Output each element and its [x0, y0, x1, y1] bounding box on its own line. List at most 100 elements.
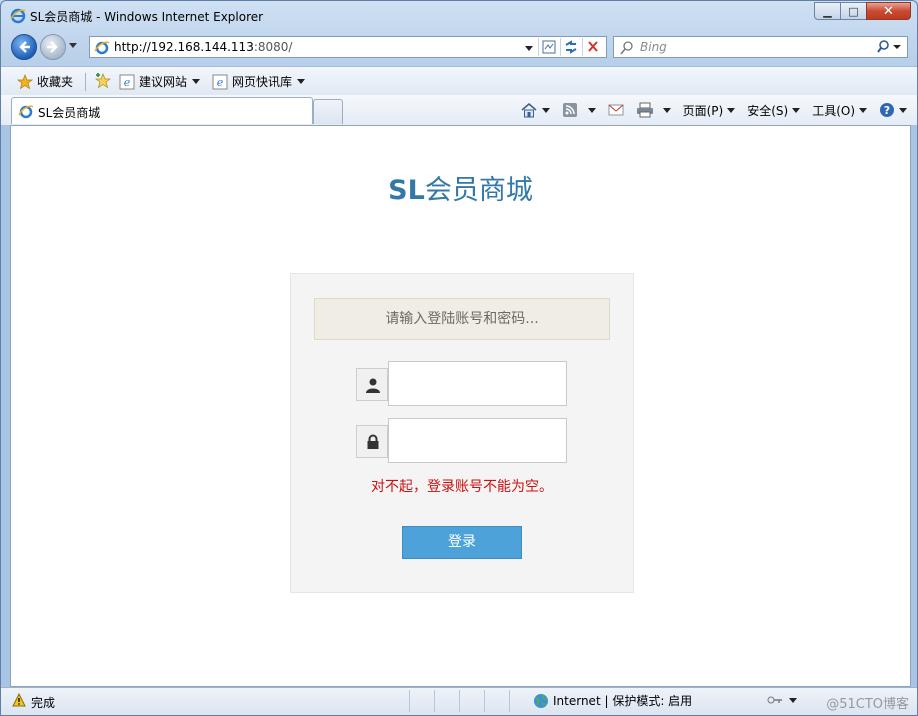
login-hint: 请输入登陆账号和密码...	[314, 298, 610, 340]
password-field-icon	[356, 425, 388, 458]
safety-menu-label: 安全(S)	[747, 103, 789, 118]
refresh-icon	[565, 40, 577, 54]
close-icon: ✕	[883, 3, 894, 19]
tab-ie-icon	[18, 105, 34, 119]
print-dropdown-icon	[662, 107, 671, 113]
command-bar: 页面(P) 安全(S) 工具(O) ?	[508, 99, 907, 121]
navigation-bar: http://192.168.144.113:8080/ Bing	[1, 31, 917, 65]
home-button[interactable]	[520, 102, 550, 118]
safety-menu-dropdown-icon	[792, 107, 801, 113]
status-panel	[409, 690, 434, 712]
status-panel	[434, 690, 459, 712]
page-title: SL会员商城	[11, 168, 910, 207]
address-url[interactable]: http://192.168.144.113:8080/	[114, 40, 292, 54]
globe-icon	[534, 693, 548, 708]
privacy-icon	[767, 696, 782, 704]
web-slice-label: 网页快讯库	[232, 75, 293, 89]
tab-label: SL会员商城	[38, 106, 101, 120]
minimize-icon: ▁	[823, 4, 832, 18]
address-bar[interactable]: http://192.168.144.113:8080/	[89, 36, 607, 58]
forward-arrow-icon	[47, 41, 58, 53]
username-input[interactable]	[388, 361, 567, 406]
forward-button[interactable]	[40, 34, 66, 60]
tools-menu[interactable]: 工具(O)	[812, 102, 867, 119]
back-button[interactable]	[11, 34, 37, 60]
favorites-label: 收藏夹	[37, 75, 74, 89]
svg-text:e: e	[217, 76, 224, 89]
favorites-button[interactable]: 收藏夹	[17, 73, 73, 90]
title-bar: SL会员商城 - Windows Internet Explorer ▁ □ ✕	[1, 1, 917, 31]
read-mail-button[interactable]	[608, 103, 624, 117]
page-title-suffix: 会员商城	[424, 175, 533, 206]
mail-icon	[608, 104, 624, 116]
svg-text:e: e	[124, 76, 131, 89]
error-message: 对不起，登录账号不能为空。	[371, 479, 553, 495]
username-field-icon	[356, 368, 388, 401]
watermark: @51CTO博客	[826, 697, 909, 712]
address-dropdown-icon[interactable]	[521, 40, 537, 56]
maximize-button[interactable]: □	[840, 2, 867, 20]
home-icon	[521, 102, 537, 118]
suggested-sites-link[interactable]: e 建议网站	[119, 73, 201, 90]
feeds-dropdown-icon	[587, 107, 596, 113]
security-zone-label: Internet | 保护模式: 启用	[553, 694, 693, 708]
back-arrow-icon	[19, 41, 30, 53]
status-text: 完成	[31, 696, 56, 710]
print-button[interactable]	[636, 102, 671, 118]
status-panel	[509, 690, 534, 712]
minimize-button[interactable]: ▁	[814, 2, 841, 20]
login-button[interactable]: 登录	[402, 526, 522, 559]
search-icon	[877, 40, 901, 53]
zoom-controls[interactable]	[766, 693, 797, 707]
web-slice-ie-icon: e	[212, 74, 228, 89]
status-panel	[484, 690, 509, 712]
tools-menu-dropdown-icon	[859, 107, 867, 113]
status-bar: 完成 Internet | 保护模式: 启用 @51CTO博客	[1, 687, 917, 715]
close-window-button[interactable]: ✕	[866, 2, 911, 20]
password-input[interactable]	[388, 418, 567, 463]
favorites-star-icon	[17, 73, 33, 89]
page-menu-label: 页面(P)	[682, 103, 724, 118]
page-viewport: SL会员商城 请输入登陆账号和密码... 对不起，登录账号不能为空。 登录	[10, 125, 911, 687]
svg-text:?: ?	[884, 104, 890, 117]
window-controls: ▁ □ ✕	[814, 2, 911, 22]
refresh-button[interactable]	[560, 38, 583, 56]
maximize-icon: □	[848, 4, 859, 18]
safety-menu[interactable]: 安全(S)	[747, 102, 801, 119]
add-favorite-icon	[94, 73, 112, 89]
tab-row: SL会员商城 页面(P) 安全(S) 工具(O) ?	[1, 95, 917, 125]
add-to-favorites-bar-button[interactable]	[94, 73, 112, 89]
compatibility-view-button[interactable]	[538, 38, 561, 56]
search-button[interactable]	[877, 39, 903, 58]
page-ie-icon	[94, 41, 110, 55]
history-dropdown-icon[interactable]	[69, 43, 77, 48]
search-box[interactable]: Bing	[613, 36, 908, 58]
compatibility-icon	[542, 40, 556, 54]
stop-button[interactable]	[582, 38, 605, 56]
help-button[interactable]: ?	[879, 102, 907, 118]
rss-feed-icon	[562, 103, 577, 117]
home-dropdown-icon	[541, 107, 550, 113]
status-panels	[409, 690, 534, 712]
suggested-sites-ie-icon: e	[119, 74, 135, 89]
tab-sl-shop[interactable]: SL会员商城	[11, 97, 313, 124]
address-port: :8080/	[253, 40, 293, 54]
security-zone[interactable]: Internet | 保护模式: 启用	[533, 692, 692, 709]
feeds-button[interactable]	[562, 102, 596, 118]
tools-menu-label: 工具(O)	[812, 103, 855, 118]
search-placeholder: Bing	[640, 40, 667, 54]
web-slice-gallery-link[interactable]: e 网页快讯库	[212, 73, 306, 90]
lock-icon	[367, 434, 379, 449]
help-dropdown-icon	[899, 107, 907, 113]
ie-logo-icon	[10, 8, 26, 24]
help-icon: ?	[880, 103, 894, 117]
favorites-bar: 收藏夹 e 建议网站 e 网页快讯库	[1, 66, 917, 96]
window-title: SL会员商城 - Windows Internet Explorer	[30, 10, 264, 24]
page-menu[interactable]: 页面(P)	[683, 102, 736, 119]
stop-icon	[588, 41, 598, 52]
search-provider-icon	[620, 41, 633, 55]
favorites-divider	[85, 73, 86, 91]
address-host: http://192.168.144.113	[114, 40, 254, 54]
printer-icon	[636, 102, 653, 118]
new-tab-button[interactable]	[313, 99, 343, 124]
